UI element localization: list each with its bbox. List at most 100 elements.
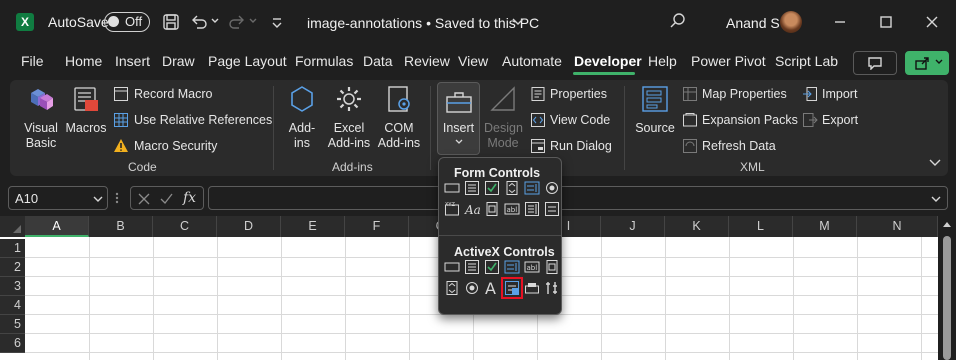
form-option-button-icon[interactable] — [544, 180, 560, 196]
name-box[interactable]: A10 — [8, 186, 108, 210]
column-header-f[interactable]: F — [345, 216, 409, 237]
form-list-box-icon[interactable] — [524, 180, 540, 196]
autosave-toggle[interactable]: Off — [104, 12, 150, 32]
column-header-k[interactable]: K — [665, 216, 729, 237]
column-header-n[interactable]: N — [857, 216, 938, 237]
scroll-up-icon[interactable] — [942, 220, 952, 228]
menu-insert[interactable]: Insert — [115, 53, 150, 69]
menu-home[interactable]: Home — [65, 53, 102, 69]
form-drop-down-icon[interactable] — [544, 201, 560, 217]
menu-formulas[interactable]: Formulas — [295, 53, 353, 69]
menu-script-lab[interactable]: Script Lab — [775, 53, 838, 69]
form-combo-box-icon[interactable] — [464, 180, 480, 196]
expand-formula-bar-icon[interactable] — [931, 195, 941, 203]
redo-dropdown-icon — [249, 18, 257, 23]
form-spin-button-icon[interactable] — [504, 180, 520, 196]
macros-label: Macros — [65, 121, 107, 135]
column-header-d[interactable]: D — [217, 216, 281, 237]
form-text-field-icon[interactable]: abl — [504, 201, 520, 217]
minimize-icon[interactable] — [832, 14, 848, 30]
scrollbar-thumb[interactable] — [943, 236, 951, 360]
menu-data[interactable]: Data — [363, 53, 393, 69]
activex-scroll-bar-icon[interactable] — [544, 259, 560, 275]
menu-page-layout[interactable]: Page Layout — [208, 53, 287, 69]
cancel-icon[interactable] — [137, 192, 151, 206]
insert-function-button[interactable]: fx — [183, 190, 196, 206]
form-checkbox-icon[interactable] — [484, 180, 500, 196]
form-group-box-icon[interactable]: XYZ — [444, 201, 460, 217]
row-header-2[interactable]: 2 — [0, 258, 25, 277]
menu-power-pivot[interactable]: Power Pivot — [691, 53, 766, 69]
undo-dropdown-icon[interactable] — [210, 16, 220, 26]
design-mode-button: Design Mode — [484, 84, 523, 151]
close-icon[interactable] — [924, 14, 940, 30]
visual-basic-button[interactable]: Visual Basic — [22, 84, 60, 151]
formula-bar-handle-icon[interactable] — [114, 191, 120, 205]
form-combo-list-icon[interactable] — [524, 201, 540, 217]
source-button[interactable]: Source — [634, 84, 676, 136]
com-addins-button[interactable]: COM Add-ins — [376, 84, 422, 151]
customize-qat-icon[interactable] — [270, 14, 284, 30]
menu-developer[interactable]: Developer — [574, 53, 642, 69]
search-icon[interactable] — [669, 12, 687, 30]
formula-input[interactable] — [208, 186, 948, 210]
user-name[interactable]: Anand S — [726, 15, 780, 31]
insert-controls-button[interactable]: Insert — [437, 82, 480, 155]
column-header-a[interactable]: A — [25, 216, 89, 237]
share-button[interactable] — [905, 51, 949, 75]
addins-label-2: ins — [294, 136, 310, 150]
avatar[interactable] — [780, 11, 802, 33]
activex-spin-button-icon[interactable] — [444, 280, 460, 296]
select-all-corner[interactable] — [0, 216, 25, 237]
collapse-ribbon-icon[interactable] — [928, 157, 942, 169]
menu-file[interactable]: File — [21, 53, 44, 69]
undo-icon[interactable] — [190, 13, 208, 31]
group-separator — [273, 86, 274, 170]
column-header-j[interactable]: J — [601, 216, 665, 237]
menu-review[interactable]: Review — [404, 53, 450, 69]
chevron-down-icon[interactable] — [512, 17, 524, 27]
activex-more-controls-icon[interactable] — [501, 277, 523, 299]
activex-option-button-icon[interactable] — [464, 280, 480, 296]
maximize-icon[interactable] — [878, 14, 894, 30]
form-controls-title: Form Controls — [454, 166, 541, 180]
group-separator — [430, 86, 431, 170]
activex-image-icon[interactable]: A — [484, 280, 500, 296]
save-icon[interactable] — [162, 13, 180, 31]
enter-icon[interactable] — [159, 192, 173, 206]
row-header-4[interactable]: 4 — [0, 296, 25, 315]
activex-checkbox-icon[interactable] — [484, 259, 500, 275]
column-header-m[interactable]: M — [793, 216, 857, 237]
activex-tools-icon[interactable] — [544, 280, 560, 296]
menu-view[interactable]: View — [458, 53, 488, 69]
column-header-e[interactable]: E — [281, 216, 345, 237]
gridline-column — [281, 237, 282, 360]
gridline-row — [25, 333, 938, 334]
addins-button[interactable]: Add- ins — [284, 84, 320, 151]
macros-button[interactable]: Macros — [64, 84, 108, 136]
row-header-6[interactable]: 6 — [0, 334, 25, 353]
activex-combo-box-icon[interactable] — [464, 259, 480, 275]
document-title[interactable]: image-annotations • Saved to this PC — [307, 15, 539, 31]
column-header-l[interactable]: L — [729, 216, 793, 237]
menu-automate[interactable]: Automate — [502, 53, 562, 69]
menu-draw[interactable]: Draw — [162, 53, 195, 69]
redo-icon — [229, 15, 244, 29]
gridline-column — [153, 237, 154, 360]
row-header-3[interactable]: 3 — [0, 277, 25, 296]
form-label-icon[interactable]: Aa — [464, 201, 480, 217]
form-scroll-bar-icon[interactable] — [484, 201, 500, 217]
form-button-icon[interactable] — [444, 180, 460, 196]
activex-toggle-button-icon[interactable] — [524, 280, 540, 296]
column-header-c[interactable]: C — [153, 216, 217, 237]
activex-button-icon[interactable] — [444, 259, 460, 275]
excel-addins-button[interactable]: Excel Add-ins — [326, 84, 372, 151]
column-header-b[interactable]: B — [89, 216, 153, 237]
activex-list-box-icon[interactable] — [504, 259, 520, 275]
comments-button[interactable] — [853, 51, 897, 75]
row-header-1[interactable]: 1 — [0, 239, 25, 258]
menu-help[interactable]: Help — [648, 53, 677, 69]
group-separator — [624, 86, 625, 170]
activex-text-field-icon[interactable]: abl — [524, 259, 540, 275]
row-header-5[interactable]: 5 — [0, 315, 25, 334]
